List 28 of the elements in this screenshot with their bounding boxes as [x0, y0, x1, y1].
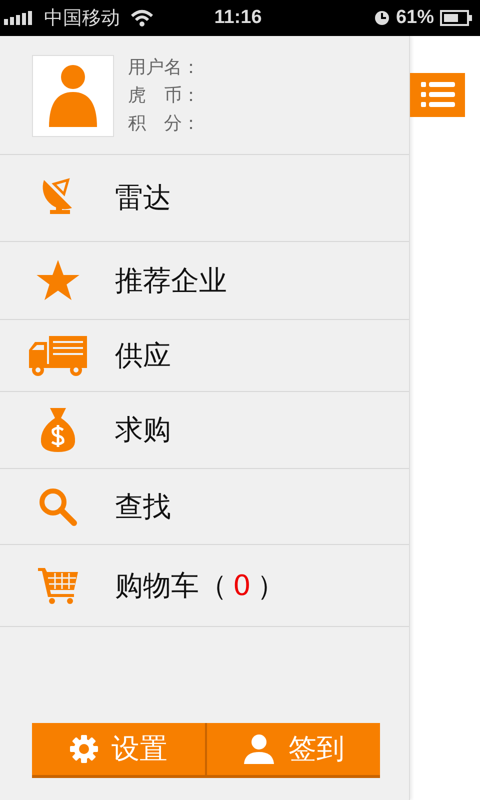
menu-label: 购物车（ — [115, 568, 227, 604]
profile-field-label: 用户名： — [128, 56, 200, 80]
star-icon — [36, 260, 80, 302]
truck-icon — [28, 336, 86, 376]
money-bag-icon — [40, 408, 76, 452]
menu-item[interactable]: 购物车（ 0 ） — [0, 545, 409, 627]
cart-count: 0 — [233, 569, 251, 602]
cart-icon — [38, 568, 78, 604]
menu-item[interactable]: 供应 — [0, 320, 409, 392]
wifi-icon — [130, 9, 154, 27]
person-icon — [242, 734, 274, 764]
profile-field-label: 积 分： — [128, 112, 200, 136]
clock-time: 11:16 — [213, 7, 263, 29]
alarm-icon — [374, 10, 390, 26]
menu-item[interactable]: 求购 — [0, 392, 409, 469]
menu-item[interactable]: 推荐企业 — [0, 242, 409, 320]
menu-item[interactable]: 雷达 — [0, 155, 409, 242]
signal-icon — [4, 11, 34, 25]
search-icon — [38, 488, 76, 526]
menu-button[interactable] — [410, 73, 465, 117]
battery-percent: 61% — [396, 7, 434, 29]
battery-icon — [440, 10, 472, 26]
list-icon — [420, 82, 454, 108]
user-silhouette-icon — [49, 65, 97, 127]
menu-label: ） — [256, 568, 285, 604]
carrier-name: 中国移动 — [44, 7, 120, 31]
profile-field-label: 虎 币： — [128, 84, 200, 108]
menu-item[interactable]: 查找 — [0, 469, 409, 545]
